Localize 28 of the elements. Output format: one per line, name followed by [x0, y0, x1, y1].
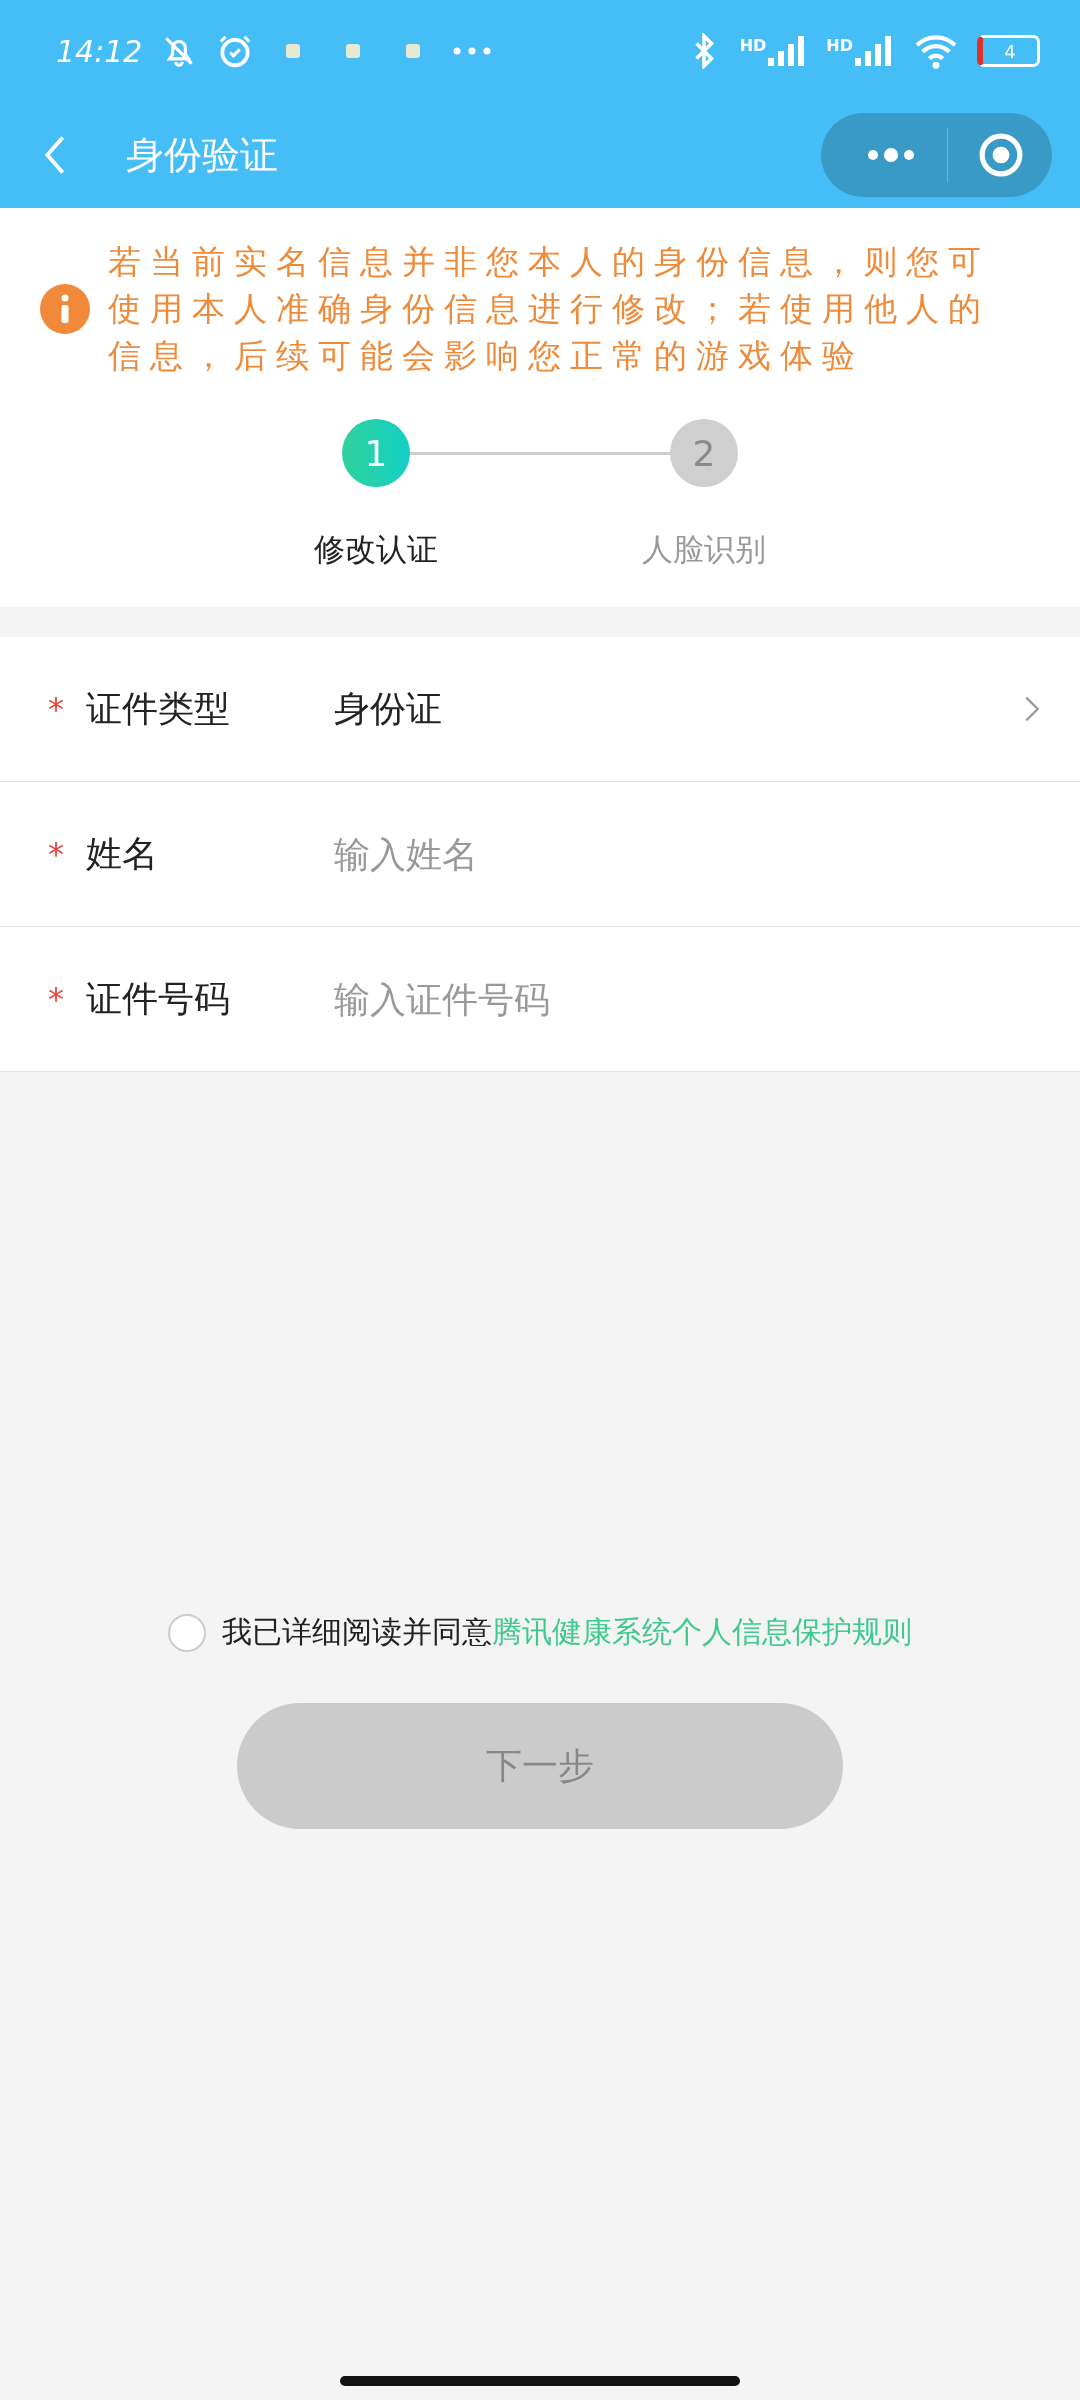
agreement-text: 我已详细阅读并同意腾讯健康系统个人信息保护规则 [222, 1613, 912, 1651]
step-number: 2 [670, 419, 738, 487]
info-icon [40, 283, 90, 334]
required-mark: * [48, 980, 65, 1018]
input-field[interactable]: 输入证件号码 [334, 978, 1040, 1020]
rules-link[interactable]: 腾讯健康系统个人信息保护规则 [492, 1614, 912, 1649]
field-label: 证件号码 [86, 976, 231, 1021]
step-number: 1 [342, 419, 410, 487]
step-label: 修改认证 [314, 530, 438, 569]
input-field[interactable]: 输入姓名 [334, 833, 1040, 875]
field-label: 证件类型 [86, 686, 231, 731]
hd-label: HD [826, 36, 853, 55]
select-field[interactable]: 身份证 [334, 684, 1024, 734]
status-time: 14:12 [56, 33, 143, 69]
back-icon[interactable] [44, 135, 66, 175]
notice-text: 若当前实名信息并非您本人的身份信息，则您可使用本人准确身份信息进行修改；若使用他人的信息，后续可能会影响您正常的游戏体验 [108, 241, 991, 377]
field-label: 姓名 [86, 831, 159, 876]
required-mark: * [48, 835, 65, 873]
page-title: 身份验证 [126, 131, 278, 179]
required-mark: * [48, 690, 65, 728]
battery-indicator: 4 [977, 35, 1040, 67]
wifi-icon [913, 32, 959, 70]
more-icon [452, 46, 493, 56]
chevron-icon [1024, 695, 1040, 723]
more-icon[interactable] [865, 148, 917, 162]
hd-label: HD [739, 36, 767, 55]
agreement-checkbox[interactable] [168, 1613, 206, 1652]
step-label: 人脸识别 [642, 530, 766, 569]
